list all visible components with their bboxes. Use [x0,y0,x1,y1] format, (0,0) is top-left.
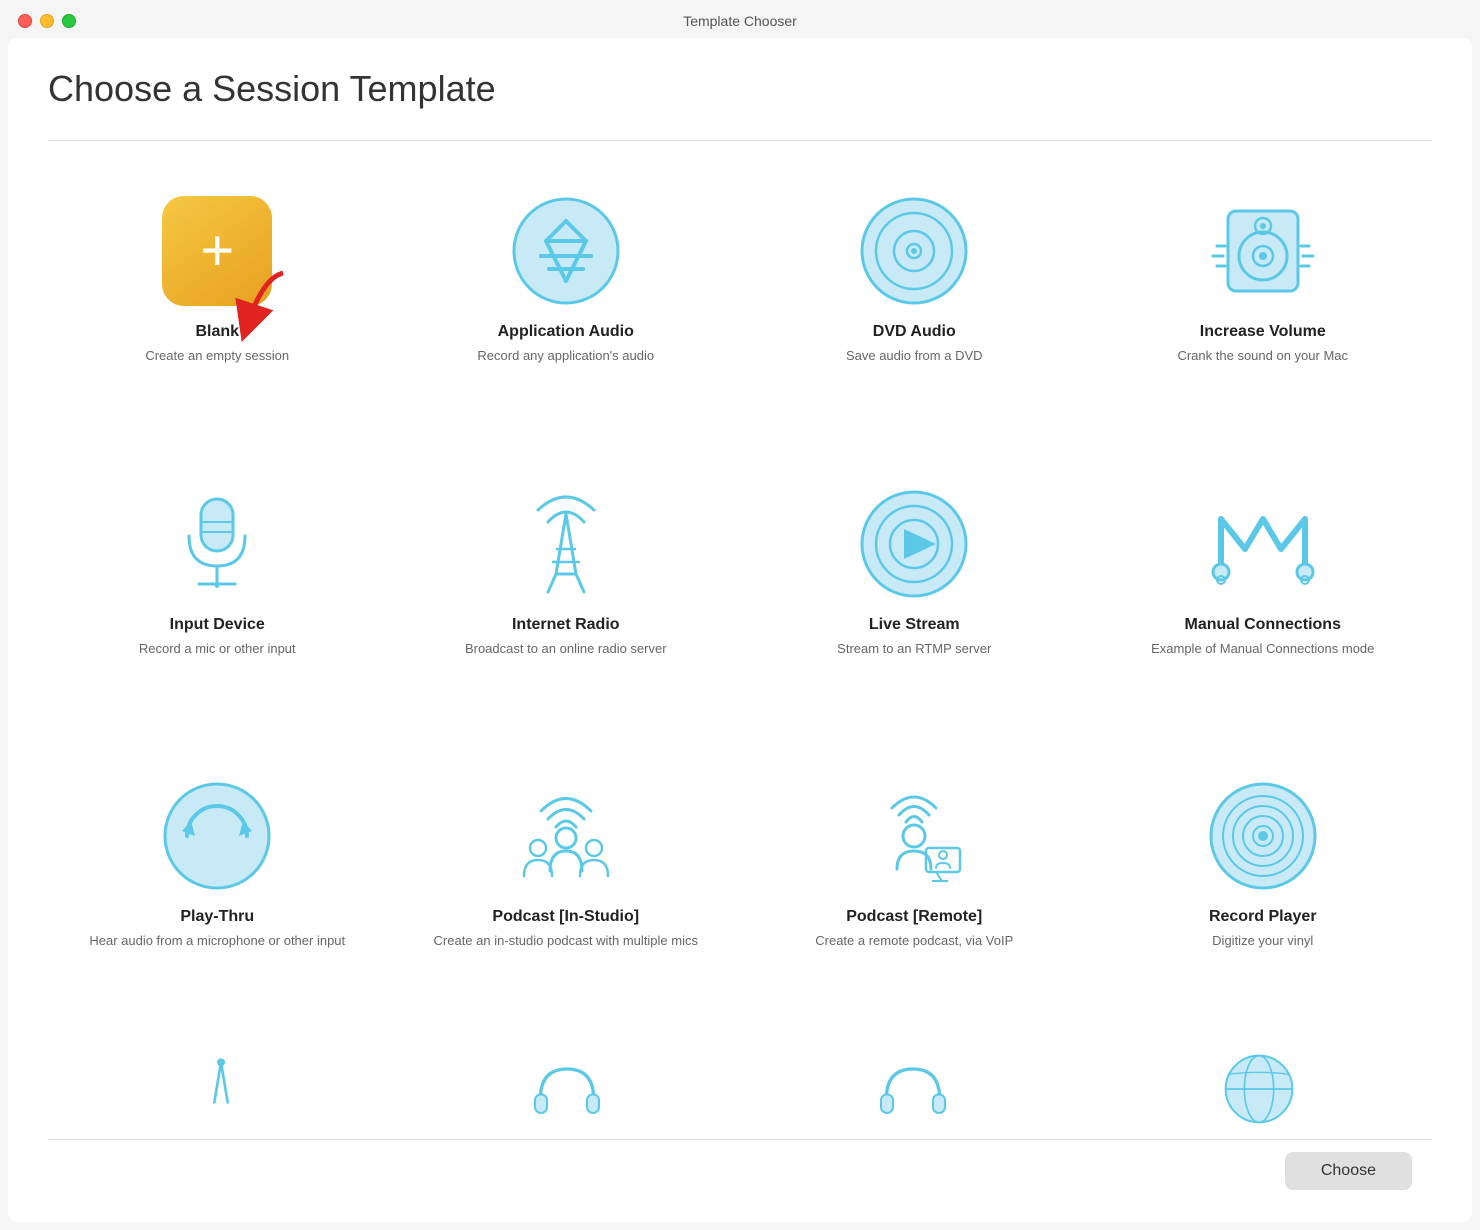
template-name: Record Player [1209,908,1317,926]
template-item-application-audio[interactable]: Application Audio Record any application… [397,171,736,454]
template-name: Input Device [170,616,265,634]
template-desc: Stream to an RTMP server [837,640,991,658]
live-stream-icon [854,484,974,604]
page-title: Choose a Session Template [48,68,1432,110]
template-item-internet-radio[interactable]: Internet Radio Broadcast to an online ra… [397,464,736,747]
increase-volume-icon [1203,191,1323,311]
template-desc: Create a remote podcast, via VoIP [815,932,1013,950]
manual-connections-icon [1203,484,1323,604]
podcast-remote-icon [854,776,974,896]
input-device-icon [157,484,277,604]
template-grid: + Blank Create an empty session [48,171,1432,1039]
bottom-bar: Choose [48,1139,1432,1202]
template-item-podcast-remote[interactable]: Podcast [Remote] Create a remote podcast… [745,756,1084,1039]
template-desc: Save audio from a DVD [846,347,983,365]
maximize-button[interactable] [62,14,76,28]
template-desc: Crank the sound on your Mac [1177,347,1348,365]
partial-icon-2 [394,1049,740,1129]
podcast-in-studio-icon [506,776,626,896]
template-name: Manual Connections [1185,616,1341,634]
divider [48,140,1432,141]
template-name: Blank [195,323,239,341]
choose-button[interactable]: Choose [1285,1152,1412,1190]
template-desc: Broadcast to an online radio server [465,640,667,658]
template-desc: Record any application's audio [477,347,654,365]
template-name: Increase Volume [1200,323,1326,341]
template-name: DVD Audio [873,323,956,341]
template-item-blank[interactable]: + Blank Create an empty session [48,171,387,454]
template-item-increase-volume[interactable]: Increase Volume Crank the sound on your … [1094,171,1433,454]
dvd-audio-icon [854,191,974,311]
window-title: Template Chooser [683,13,797,29]
template-name: Play-Thru [180,908,254,926]
template-name: Live Stream [869,616,960,634]
application-audio-icon [506,191,626,311]
template-item-dvd-audio[interactable]: DVD Audio Save audio from a DVD [745,171,1084,454]
template-name: Internet Radio [512,616,620,634]
partial-icon-4 [1086,1049,1432,1129]
template-desc: Create an empty session [145,347,289,365]
template-item-record-player[interactable]: Record Player Digitize your vinyl [1094,756,1433,1039]
record-player-icon [1203,776,1323,896]
template-desc: Example of Manual Connections mode [1151,640,1374,658]
template-name: Podcast [Remote] [846,908,982,926]
template-item-podcast-in-studio[interactable]: Podcast [In-Studio] Create an in-studio … [397,756,736,1039]
template-item-play-thru[interactable]: Play-Thru Hear audio from a microphone o… [48,756,387,1039]
internet-radio-icon [506,484,626,604]
template-desc: Record a mic or other input [139,640,296,658]
template-name: Application Audio [498,323,634,341]
main-container: Choose a Session Template + Blank Create… [8,38,1472,1222]
template-desc: Create an in-studio podcast with multipl… [434,932,698,950]
template-desc: Digitize your vinyl [1212,932,1313,950]
title-bar: Template Chooser [0,0,1480,38]
partial-icon-1 [48,1049,394,1129]
template-item-input-device[interactable]: Input Device Record a mic or other input [48,464,387,747]
partial-icon-3 [740,1049,1086,1129]
template-item-manual-connections[interactable]: Manual Connections Example of Manual Con… [1094,464,1433,747]
traffic-lights [18,14,76,28]
close-button[interactable] [18,14,32,28]
template-name: Podcast [In-Studio] [492,908,639,926]
minimize-button[interactable] [40,14,54,28]
blank-icon: + [157,191,277,311]
template-desc: Hear audio from a microphone or other in… [89,932,345,950]
play-thru-icon [157,776,277,896]
template-item-live-stream[interactable]: Live Stream Stream to an RTMP server [745,464,1084,747]
